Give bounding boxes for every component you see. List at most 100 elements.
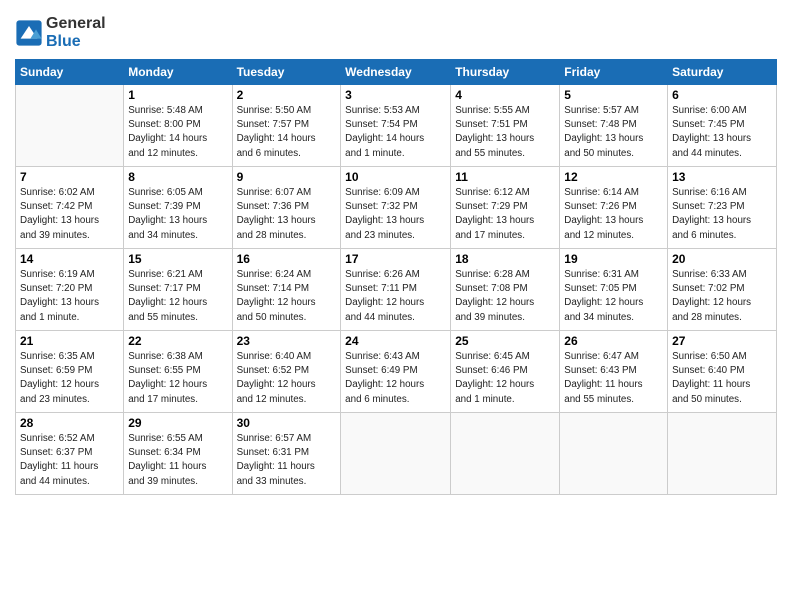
calendar-week-4: 21 Sunrise: 6:35 AM Sunset: 6:59 PM Dayli… <box>16 331 777 413</box>
day-info: Sunrise: 6:16 AM Sunset: 7:23 PM Dayligh… <box>672 186 772 243</box>
day-info: Sunrise: 6:12 AM Sunset: 7:29 PM Dayligh… <box>455 186 555 243</box>
day-number: 13 <box>672 170 772 184</box>
day-info: Sunrise: 6:05 AM Sunset: 7:39 PM Dayligh… <box>128 186 227 243</box>
day-info: Sunrise: 6:24 AM Sunset: 7:14 PM Dayligh… <box>237 268 337 325</box>
calendar-cell: 8 Sunrise: 6:05 AM Sunset: 7:39 PM Daylig… <box>124 167 232 249</box>
day-number: 9 <box>237 170 337 184</box>
day-number: 17 <box>345 252 446 266</box>
calendar-cell: 11 Sunrise: 6:12 AM Sunset: 7:29 PM Dayli… <box>451 167 560 249</box>
page-container: General Blue SundayMondayTuesdayWednesda… <box>0 0 792 505</box>
day-number: 26 <box>564 334 663 348</box>
calendar-cell: 26 Sunrise: 6:47 AM Sunset: 6:43 PM Dayli… <box>560 331 668 413</box>
day-number: 19 <box>564 252 663 266</box>
day-number: 10 <box>345 170 446 184</box>
calendar-header-row: SundayMondayTuesdayWednesdayThursdayFrid… <box>16 60 777 85</box>
logo: General Blue <box>15 15 106 51</box>
calendar-cell: 29 Sunrise: 6:55 AM Sunset: 6:34 PM Dayli… <box>124 413 232 495</box>
day-number: 24 <box>345 334 446 348</box>
day-info: Sunrise: 6:40 AM Sunset: 6:52 PM Dayligh… <box>237 350 337 407</box>
day-info: Sunrise: 5:50 AM Sunset: 7:57 PM Dayligh… <box>237 104 337 161</box>
day-number: 23 <box>237 334 337 348</box>
day-info: Sunrise: 6:02 AM Sunset: 7:42 PM Dayligh… <box>20 186 119 243</box>
day-info: Sunrise: 6:52 AM Sunset: 6:37 PM Dayligh… <box>20 432 119 489</box>
logo-line2: Blue <box>46 33 106 51</box>
day-number: 21 <box>20 334 119 348</box>
day-info: Sunrise: 6:45 AM Sunset: 6:46 PM Dayligh… <box>455 350 555 407</box>
calendar-cell: 2 Sunrise: 5:50 AM Sunset: 7:57 PM Daylig… <box>232 85 341 167</box>
day-info: Sunrise: 6:14 AM Sunset: 7:26 PM Dayligh… <box>564 186 663 243</box>
calendar-cell: 22Sunrise: 6:38 AM Sunset: 6:55 PM Dayli… <box>124 331 232 413</box>
calendar-cell: 6 Sunrise: 6:00 AM Sunset: 7:45 PM Daylig… <box>668 85 777 167</box>
calendar-cell: 28 Sunrise: 6:52 AM Sunset: 6:37 PM Dayli… <box>16 413 124 495</box>
day-info: Sunrise: 6:57 AM Sunset: 6:31 PM Dayligh… <box>237 432 337 489</box>
day-number: 15 <box>128 252 227 266</box>
calendar-cell: 1 Sunrise: 5:48 AM Sunset: 8:00 PM Daylig… <box>124 85 232 167</box>
day-number: 3 <box>345 88 446 102</box>
calendar-week-1: 1 Sunrise: 5:48 AM Sunset: 8:00 PM Daylig… <box>16 85 777 167</box>
calendar-cell <box>560 413 668 495</box>
day-number: 18 <box>455 252 555 266</box>
day-number: 4 <box>455 88 555 102</box>
calendar-cell: 3Sunrise: 5:53 AM Sunset: 7:54 PM Daylig… <box>341 85 451 167</box>
col-header-monday: Monday <box>124 60 232 85</box>
day-number: 1 <box>128 88 227 102</box>
calendar-table: SundayMondayTuesdayWednesdayThursdayFrid… <box>15 59 777 495</box>
calendar-cell <box>451 413 560 495</box>
col-header-wednesday: Wednesday <box>341 60 451 85</box>
day-info: Sunrise: 6:43 AM Sunset: 6:49 PM Dayligh… <box>345 350 446 407</box>
day-info: Sunrise: 6:26 AM Sunset: 7:11 PM Dayligh… <box>345 268 446 325</box>
day-info: Sunrise: 6:00 AM Sunset: 7:45 PM Dayligh… <box>672 104 772 161</box>
day-info: Sunrise: 6:28 AM Sunset: 7:08 PM Dayligh… <box>455 268 555 325</box>
calendar-cell: 12 Sunrise: 6:14 AM Sunset: 7:26 PM Dayli… <box>560 167 668 249</box>
day-number: 25 <box>455 334 555 348</box>
calendar-cell <box>16 85 124 167</box>
day-number: 20 <box>672 252 772 266</box>
calendar-cell: 27 Sunrise: 6:50 AM Sunset: 6:40 PM Dayli… <box>668 331 777 413</box>
day-info: Sunrise: 6:31 AM Sunset: 7:05 PM Dayligh… <box>564 268 663 325</box>
calendar-cell: 7Sunrise: 6:02 AM Sunset: 7:42 PM Daylig… <box>16 167 124 249</box>
day-number: 11 <box>455 170 555 184</box>
day-info: Sunrise: 6:07 AM Sunset: 7:36 PM Dayligh… <box>237 186 337 243</box>
calendar-cell: 5Sunrise: 5:57 AM Sunset: 7:48 PM Daylig… <box>560 85 668 167</box>
day-number: 30 <box>237 416 337 430</box>
calendar-cell: 20 Sunrise: 6:33 AM Sunset: 7:02 PM Dayli… <box>668 249 777 331</box>
col-header-saturday: Saturday <box>668 60 777 85</box>
day-info: Sunrise: 6:55 AM Sunset: 6:34 PM Dayligh… <box>128 432 227 489</box>
calendar-cell: 24 Sunrise: 6:43 AM Sunset: 6:49 PM Dayli… <box>341 331 451 413</box>
day-info: Sunrise: 6:21 AM Sunset: 7:17 PM Dayligh… <box>128 268 227 325</box>
day-number: 27 <box>672 334 772 348</box>
calendar-cell: 13 Sunrise: 6:16 AM Sunset: 7:23 PM Dayli… <box>668 167 777 249</box>
calendar-cell <box>341 413 451 495</box>
calendar-cell: 16 Sunrise: 6:24 AM Sunset: 7:14 PM Dayli… <box>232 249 341 331</box>
calendar-cell: 25 Sunrise: 6:45 AM Sunset: 6:46 PM Dayli… <box>451 331 560 413</box>
col-header-thursday: Thursday <box>451 60 560 85</box>
header: General Blue <box>15 10 777 51</box>
day-number: 2 <box>237 88 337 102</box>
day-number: 16 <box>237 252 337 266</box>
day-info: Sunrise: 6:09 AM Sunset: 7:32 PM Dayligh… <box>345 186 446 243</box>
calendar-cell: 18 Sunrise: 6:28 AM Sunset: 7:08 PM Dayli… <box>451 249 560 331</box>
calendar-week-2: 7Sunrise: 6:02 AM Sunset: 7:42 PM Daylig… <box>16 167 777 249</box>
calendar-cell: 17 Sunrise: 6:26 AM Sunset: 7:11 PM Dayli… <box>341 249 451 331</box>
day-info: Sunrise: 6:35 AM Sunset: 6:59 PM Dayligh… <box>20 350 119 407</box>
calendar-cell: 21 Sunrise: 6:35 AM Sunset: 6:59 PM Dayli… <box>16 331 124 413</box>
day-info: Sunrise: 6:50 AM Sunset: 6:40 PM Dayligh… <box>672 350 772 407</box>
day-number: 12 <box>564 170 663 184</box>
day-info: Sunrise: 5:48 AM Sunset: 8:00 PM Dayligh… <box>128 104 227 161</box>
calendar-week-5: 28 Sunrise: 6:52 AM Sunset: 6:37 PM Dayli… <box>16 413 777 495</box>
day-number: 22 <box>128 334 227 348</box>
calendar-cell <box>668 413 777 495</box>
calendar-cell: 14Sunrise: 6:19 AM Sunset: 7:20 PM Dayli… <box>16 249 124 331</box>
day-number: 29 <box>128 416 227 430</box>
day-info: Sunrise: 5:57 AM Sunset: 7:48 PM Dayligh… <box>564 104 663 161</box>
day-number: 8 <box>128 170 227 184</box>
day-number: 6 <box>672 88 772 102</box>
calendar-cell: 30 Sunrise: 6:57 AM Sunset: 6:31 PM Dayli… <box>232 413 341 495</box>
day-info: Sunrise: 5:55 AM Sunset: 7:51 PM Dayligh… <box>455 104 555 161</box>
day-number: 28 <box>20 416 119 430</box>
day-number: 14 <box>20 252 119 266</box>
day-info: Sunrise: 6:47 AM Sunset: 6:43 PM Dayligh… <box>564 350 663 407</box>
col-header-friday: Friday <box>560 60 668 85</box>
col-header-tuesday: Tuesday <box>232 60 341 85</box>
day-info: Sunrise: 6:33 AM Sunset: 7:02 PM Dayligh… <box>672 268 772 325</box>
